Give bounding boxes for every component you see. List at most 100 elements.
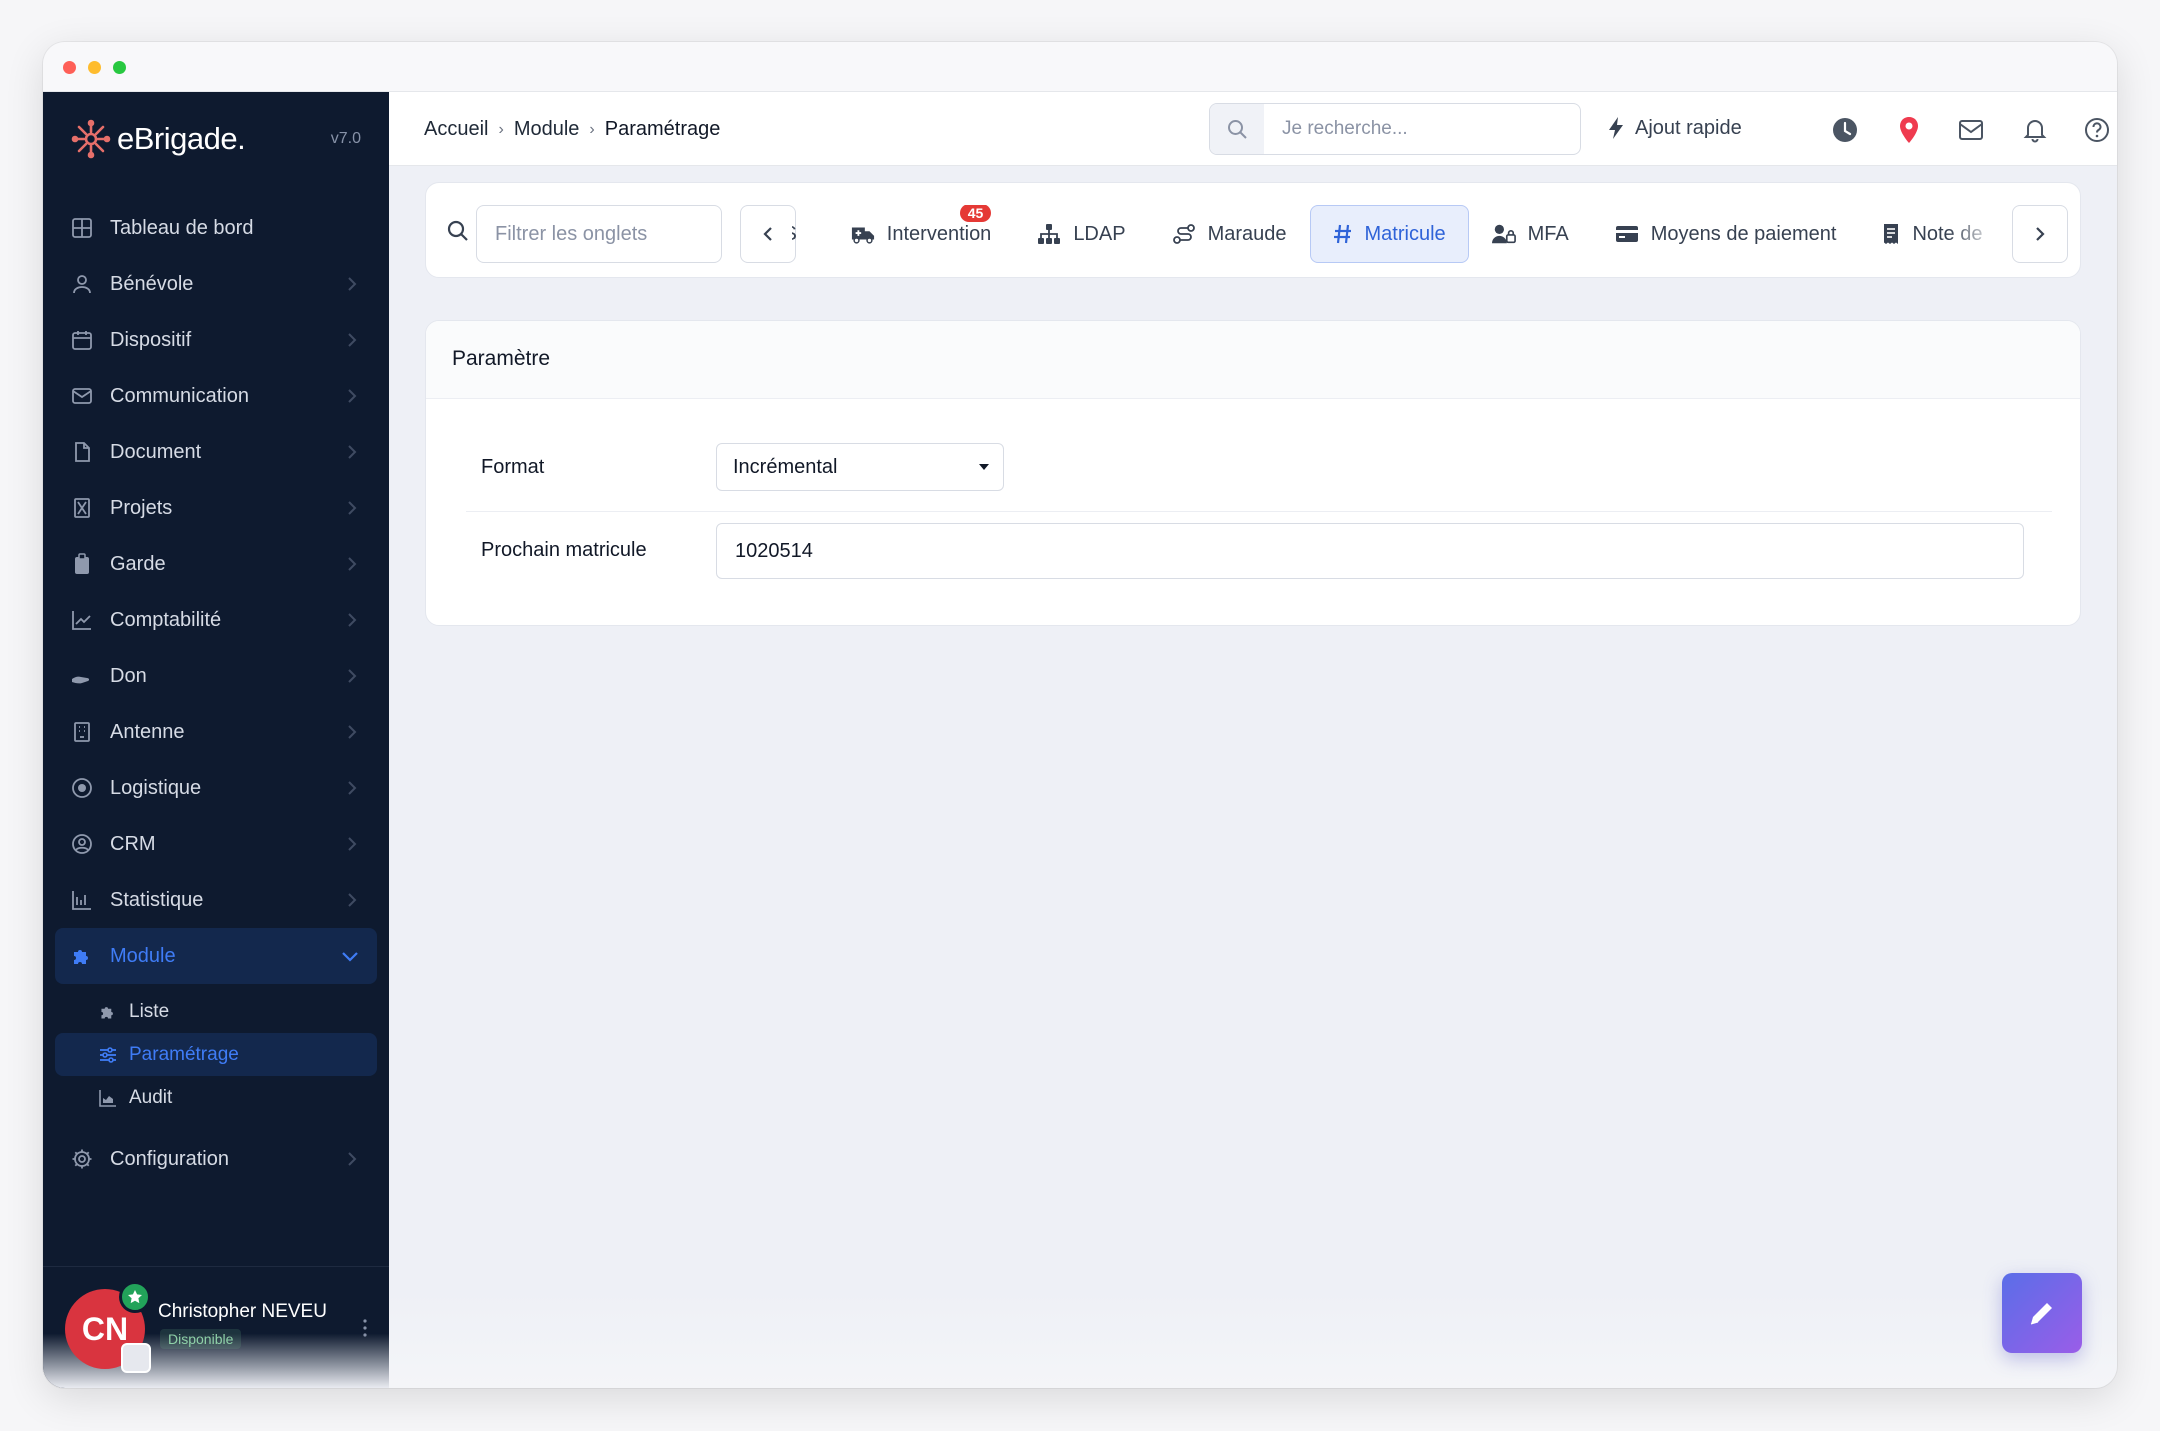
tab-ldap[interactable]: LDAP <box>1014 205 1148 263</box>
edit-floating-button[interactable] <box>2002 1273 2082 1353</box>
sidebar-item-label: Bénévole <box>110 272 194 295</box>
chevron-left-icon <box>763 227 772 241</box>
tab-matricule[interactable]: Matricule <box>1309 205 1469 263</box>
tab-filter-input[interactable] <box>476 205 722 263</box>
puzzle-icon <box>101 1006 113 1019</box>
pencil-icon <box>2030 1303 2052 1325</box>
sidebar-item-comptabilite[interactable]: Comptabilité <box>55 592 377 648</box>
sidebar-item-label: Document <box>110 440 202 463</box>
chart-bar-icon <box>72 891 91 910</box>
minimize-window-button[interactable] <box>88 61 101 74</box>
sidebar-item-label: Antenne <box>110 720 185 743</box>
search-input[interactable] <box>1264 104 1580 154</box>
tab-maraude[interactable]: Maraude <box>1149 205 1310 263</box>
envelope-icon <box>72 388 92 404</box>
sidebar-item-label: Dispositif <box>110 328 192 351</box>
sidebar-item-configuration[interactable]: Configuration <box>55 1131 377 1187</box>
sidebar-subitem-parametrage[interactable]: Paramétrage <box>55 1033 377 1076</box>
tab-label: Maraude <box>1207 222 1287 245</box>
sidebar-item-label: Don <box>110 664 147 687</box>
breadcrumb-separator: › <box>589 120 595 138</box>
sidebar-item-statistique[interactable]: Statistique <box>55 872 377 928</box>
user-circle-icon <box>72 834 92 854</box>
format-select[interactable]: Incrémental <box>716 443 1004 491</box>
envelope-icon[interactable] <box>1957 116 1985 144</box>
circle-dot-icon <box>72 778 92 798</box>
sidebar-item-antenne[interactable]: Antenne <box>55 704 377 760</box>
quick-add-button[interactable]: Ajout rapide <box>1607 116 1742 140</box>
sidebar-item-tableau-de-bord[interactable]: Tableau de bord <box>55 200 377 256</box>
chart-area-icon <box>99 1089 116 1107</box>
parametre-card: Paramètre Format Incrémental Prochain ma… <box>425 320 2081 626</box>
avatar-initials: CN <box>81 1310 129 1347</box>
sidebar-item-garde[interactable]: Garde <box>55 536 377 592</box>
receipt-icon <box>1884 224 1899 244</box>
app-logo[interactable]: eBrigade. <box>71 116 246 162</box>
chart-line-icon <box>72 611 91 630</box>
quick-add-label: Ajout rapide <box>1635 116 1742 139</box>
chevron-right-icon <box>348 613 357 627</box>
dashboard-icon <box>72 218 92 238</box>
sidebar-item-label: CRM <box>110 832 156 855</box>
sidebar-item-logistique[interactable]: Logistique <box>55 760 377 816</box>
next-matricule-label: Prochain matricule <box>481 539 647 561</box>
sliders-icon <box>100 1046 116 1063</box>
more-vertical-icon[interactable] <box>363 1319 367 1337</box>
puzzle-icon <box>74 950 88 964</box>
help-icon[interactable] <box>2083 116 2111 144</box>
sidebar-item-communication[interactable]: Communication <box>55 368 377 424</box>
tab-label: LDAP <box>1073 222 1126 245</box>
star-icon <box>119 1281 151 1313</box>
tab-label: Intervention <box>886 222 992 245</box>
user-name: Christopher NEVEU <box>158 1301 327 1322</box>
sidebar-item-don[interactable]: Don <box>55 648 377 704</box>
sidebar-item-benevole[interactable]: Bénévole <box>55 256 377 312</box>
tab-intervention[interactable]: Intervention 45 <box>828 205 1015 263</box>
tabs-next-button[interactable] <box>2012 205 2068 263</box>
format-select-value: Incrémental <box>733 455 838 478</box>
sidebar-item-projets[interactable]: Projets <box>55 480 377 536</box>
row-divider <box>466 511 2052 512</box>
sidebar-subitem-audit[interactable]: Audit <box>55 1076 377 1119</box>
tab-label: Moyens de paiement <box>1650 222 1837 245</box>
user-panel[interactable]: CN Christopher NEVEU Disponible <box>43 1266 389 1388</box>
sidebar-item-document[interactable]: Document <box>55 424 377 480</box>
breadcrumb-accueil[interactable]: Accueil <box>424 118 488 141</box>
chevron-right-icon <box>348 333 357 347</box>
caret-down-icon <box>979 464 989 470</box>
location-pin-icon[interactable] <box>1895 116 1923 144</box>
sidebar-subitem-liste[interactable]: Liste <box>55 990 377 1033</box>
bottom-fade <box>389 1288 2117 1388</box>
close-window-button[interactable] <box>63 61 76 74</box>
sidebar-subitem-label: Paramétrage <box>129 1043 239 1065</box>
breadcrumb-module[interactable]: Module <box>514 118 580 141</box>
next-matricule-input[interactable] <box>716 523 2024 579</box>
sidebar-subitem-label: Liste <box>129 1000 170 1022</box>
breadcrumb-current: Paramétrage <box>604 118 721 140</box>
chevron-right-icon <box>348 781 357 795</box>
bell-icon[interactable] <box>2021 116 2049 144</box>
sidebar-subitem-label: Audit <box>129 1086 173 1108</box>
chevron-right-icon <box>348 725 357 739</box>
edit-avatar-icon[interactable] <box>121 1343 151 1373</box>
history-icon[interactable] <box>1831 116 1859 144</box>
maximize-window-button[interactable] <box>113 61 126 74</box>
tab-mfa[interactable]: MFA <box>1469 205 1592 263</box>
tabs-fade <box>1948 205 1998 263</box>
format-label: Format <box>481 456 545 478</box>
tab-label: Matricule <box>1364 222 1446 245</box>
sidebar-item-crm[interactable]: CRM <box>55 816 377 872</box>
sidebar-item-dispositif[interactable]: Dispositif <box>55 312 377 368</box>
search-icon <box>447 220 468 241</box>
tab-ds[interactable]: DS <box>792 205 828 263</box>
tabs-viewport: DS Intervention 45 LDAP Maraude Ma <box>792 205 1998 263</box>
tab-moyens-de-paiement[interactable]: Moyens de paiement <box>1592 205 1860 263</box>
sidebar-item-module[interactable]: Module <box>55 928 377 984</box>
app-window: eBrigade. v7.0 Tableau de bord Bénévole … <box>43 42 2117 1388</box>
tabs-prev-button[interactable] <box>740 205 796 263</box>
window-titlebar <box>43 42 2117 92</box>
user-icon <box>73 275 91 294</box>
sidebar-item-label: Tableau de bord <box>110 216 254 239</box>
breadcrumb-separator: › <box>498 120 504 138</box>
calendar-icon <box>72 331 92 350</box>
